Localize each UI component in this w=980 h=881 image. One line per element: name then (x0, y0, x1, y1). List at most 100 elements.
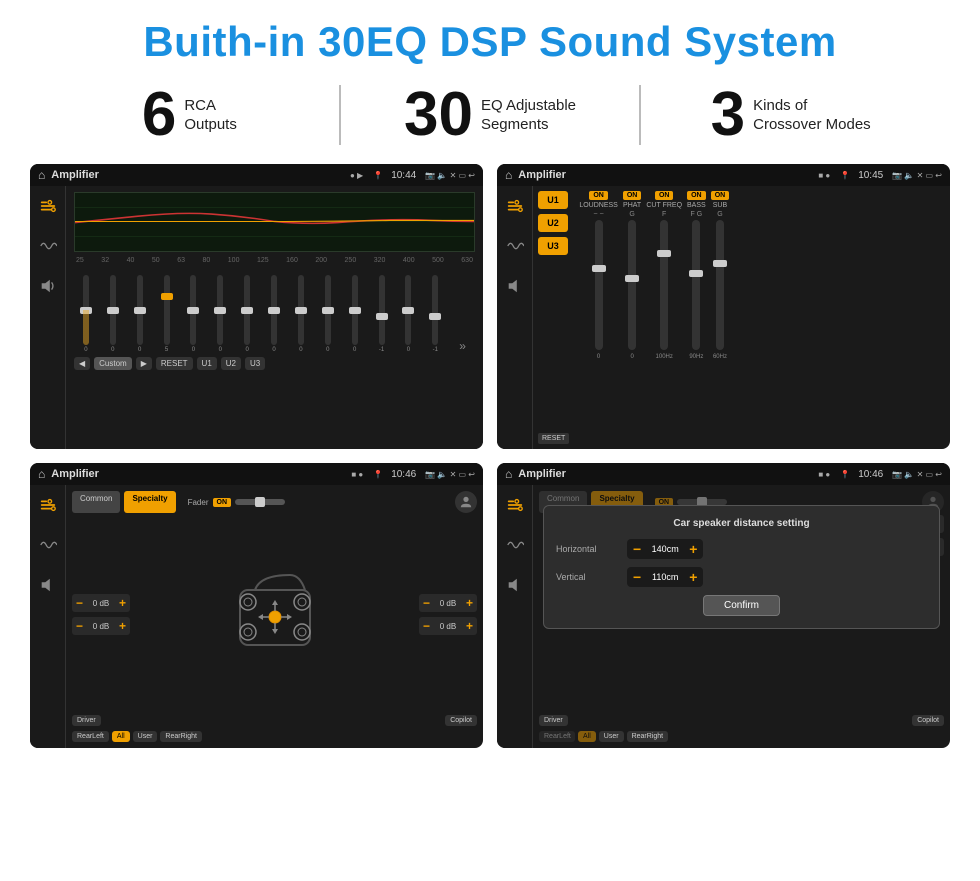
preset-u2[interactable]: U2 (538, 214, 568, 232)
eq-slider-11: -1 (379, 275, 385, 353)
fader-tune-icon[interactable] (36, 493, 60, 517)
distance-wave-icon[interactable] (503, 533, 527, 557)
eq-sliders: 0 0 0 5 0 0 0 0 0 0 0 -1 0 -1 » (74, 268, 475, 353)
fader-db-minus-3[interactable]: − (423, 619, 430, 633)
crossover-presets: U1 U2 U3 RESET (538, 191, 569, 444)
fader-btn-rearright[interactable]: RearRight (160, 731, 202, 742)
distance-home-icon[interactable]: ⌂ (505, 467, 512, 481)
eq-reset-btn[interactable]: RESET (156, 357, 193, 370)
distance-status-icons: 📷 🔈 ✕ ▭ ↩ (892, 470, 942, 479)
distance-btn-user[interactable]: User (599, 731, 624, 742)
fader-db-minus-1[interactable]: − (76, 619, 83, 633)
fader-btn-rearleft[interactable]: RearLeft (72, 731, 109, 742)
distance-bottom-btns: Driver Copilot (539, 715, 944, 726)
crossover-reset-btn[interactable]: RESET (538, 433, 569, 444)
eq-graph (74, 192, 475, 252)
crossover-home-icon[interactable]: ⌂ (505, 168, 512, 182)
distance-btn-all[interactable]: All (578, 731, 596, 742)
fader-wave-icon[interactable] (36, 533, 60, 557)
dialog-vertical-value: 110cm (645, 572, 685, 582)
distance-location: 📍 (840, 470, 850, 479)
crossover-status-icons: 📷 🔈 ✕ ▭ ↩ (892, 171, 942, 180)
eq-status-icons: 📷 🔈 ✕ ▭ ↩ (425, 171, 475, 180)
fader-bottom-btns: Driver Copilot (72, 715, 477, 726)
distance-sidebar (497, 485, 533, 748)
fader-tab-common[interactable]: Common (72, 491, 120, 513)
eq-slider-9: 0 (325, 275, 331, 353)
dialog-horizontal-plus[interactable]: + (689, 541, 697, 557)
eq-tune-icon[interactable] (36, 194, 60, 218)
ch-slider-bass[interactable] (692, 220, 700, 350)
dialog-horizontal-row: Horizontal − 140cm + (556, 539, 927, 559)
crossover-tune-icon[interactable] (503, 194, 527, 218)
ch-on-phat[interactable]: ON (623, 191, 642, 200)
ch-label-bass: BASS (687, 202, 706, 209)
eq-u1-btn[interactable]: U1 (197, 357, 217, 370)
eq-app-label: Amplifier (51, 169, 344, 181)
stat-rca-number: 6 (142, 84, 176, 146)
stat-crossover: 3 Kinds of Crossover Modes (651, 84, 930, 146)
fader-screen: ⌂ Amplifier ■ ● 📍 10:46 📷 🔈 ✕ ▭ ↩ (30, 463, 483, 748)
ch-on-bass[interactable]: ON (687, 191, 706, 200)
fader-db-plus-0[interactable]: + (119, 596, 126, 610)
fader-slider-horiz[interactable] (235, 499, 285, 505)
ch-label-phat: PHAT (623, 202, 641, 209)
distance-btn-driver[interactable]: Driver (539, 715, 568, 726)
fader-btn-copilot[interactable]: Copilot (445, 715, 477, 726)
distance-btn-rearleft[interactable]: RearLeft (539, 731, 575, 742)
ch-slider-sub[interactable] (716, 220, 724, 350)
preset-u3[interactable]: U3 (538, 237, 568, 255)
fader-db-plus-1[interactable]: + (119, 619, 126, 633)
fader-db-plus-2[interactable]: + (466, 596, 473, 610)
screens-grid: ⌂ Amplifier ● ▶ 📍 10:44 📷 🔈 ✕ ▭ ↩ (30, 164, 950, 748)
ch-slider-cutfreq[interactable] (660, 220, 668, 350)
distance-speaker-icon[interactable] (503, 573, 527, 597)
dialog-vertical-minus[interactable]: − (633, 569, 641, 585)
eq-slider-3: 5 (164, 275, 170, 353)
eq-home-icon[interactable]: ⌂ (38, 168, 45, 182)
ch-slider-loudness[interactable] (595, 220, 603, 350)
fader-speaker-icon[interactable] (36, 573, 60, 597)
fader-home-icon[interactable]: ⌂ (38, 467, 45, 481)
eq-speaker-icon[interactable] (36, 274, 60, 298)
dialog-horizontal-minus[interactable]: − (633, 541, 641, 557)
expand-icon[interactable]: » (459, 339, 466, 353)
eq-wave-icon[interactable] (36, 234, 60, 258)
fader-btn-user[interactable]: User (133, 731, 158, 742)
distance-btn-rearright[interactable]: RearRight (627, 731, 669, 742)
crossover-wave-icon[interactable] (503, 234, 527, 258)
eq-custom-btn[interactable]: Custom (94, 357, 132, 370)
distance-btn-copilot[interactable]: Copilot (912, 715, 944, 726)
distance-tune-icon[interactable] (503, 493, 527, 517)
ch-on-loudness[interactable]: ON (589, 191, 608, 200)
ch-slider-phat[interactable] (628, 220, 636, 350)
preset-u1[interactable]: U1 (538, 191, 568, 209)
eq-u2-btn[interactable]: U2 (221, 357, 241, 370)
crossover-app-label: Amplifier (518, 169, 812, 181)
eq-u3-btn[interactable]: U3 (245, 357, 265, 370)
crossover-rec-icons: ■ ● (818, 171, 830, 180)
confirm-button[interactable]: Confirm (703, 595, 780, 616)
eq-slider-10: 0 (352, 275, 358, 353)
crossover-speaker-icon[interactable] (503, 274, 527, 298)
distance-main: Common Specialty ON Car speaker distance… (533, 485, 950, 748)
distance-bottom-btns-2: RearLeft All User RearRight (539, 731, 944, 742)
fader-db-minus-2[interactable]: − (423, 596, 430, 610)
fader-btn-all[interactable]: All (112, 731, 130, 742)
dialog-vertical-label: Vertical (556, 572, 621, 582)
eq-freq-labels: 253240506380100125160200250320400500630 (74, 257, 475, 264)
eq-prev-btn[interactable]: ◀ (74, 357, 90, 370)
fader-db-plus-3[interactable]: + (466, 619, 473, 633)
fader-db-minus-0[interactable]: − (76, 596, 83, 610)
eq-slider-0: 0 (83, 275, 89, 353)
fader-tab-specialty[interactable]: Specialty (124, 491, 175, 513)
crossover-channels: ON LOUDNESS ~~ 0 ON PHAT G (579, 191, 945, 444)
eq-play-btn[interactable]: ▶ (136, 357, 152, 370)
ch-on-sub[interactable]: ON (711, 191, 730, 200)
dialog-title: Car speaker distance setting (556, 518, 927, 529)
fader-on-badge[interactable]: ON (213, 498, 232, 507)
ch-on-cutfreq[interactable]: ON (655, 191, 674, 200)
dialog-vertical-plus[interactable]: + (689, 569, 697, 585)
fader-person-icon[interactable] (455, 491, 477, 513)
fader-btn-driver[interactable]: Driver (72, 715, 101, 726)
